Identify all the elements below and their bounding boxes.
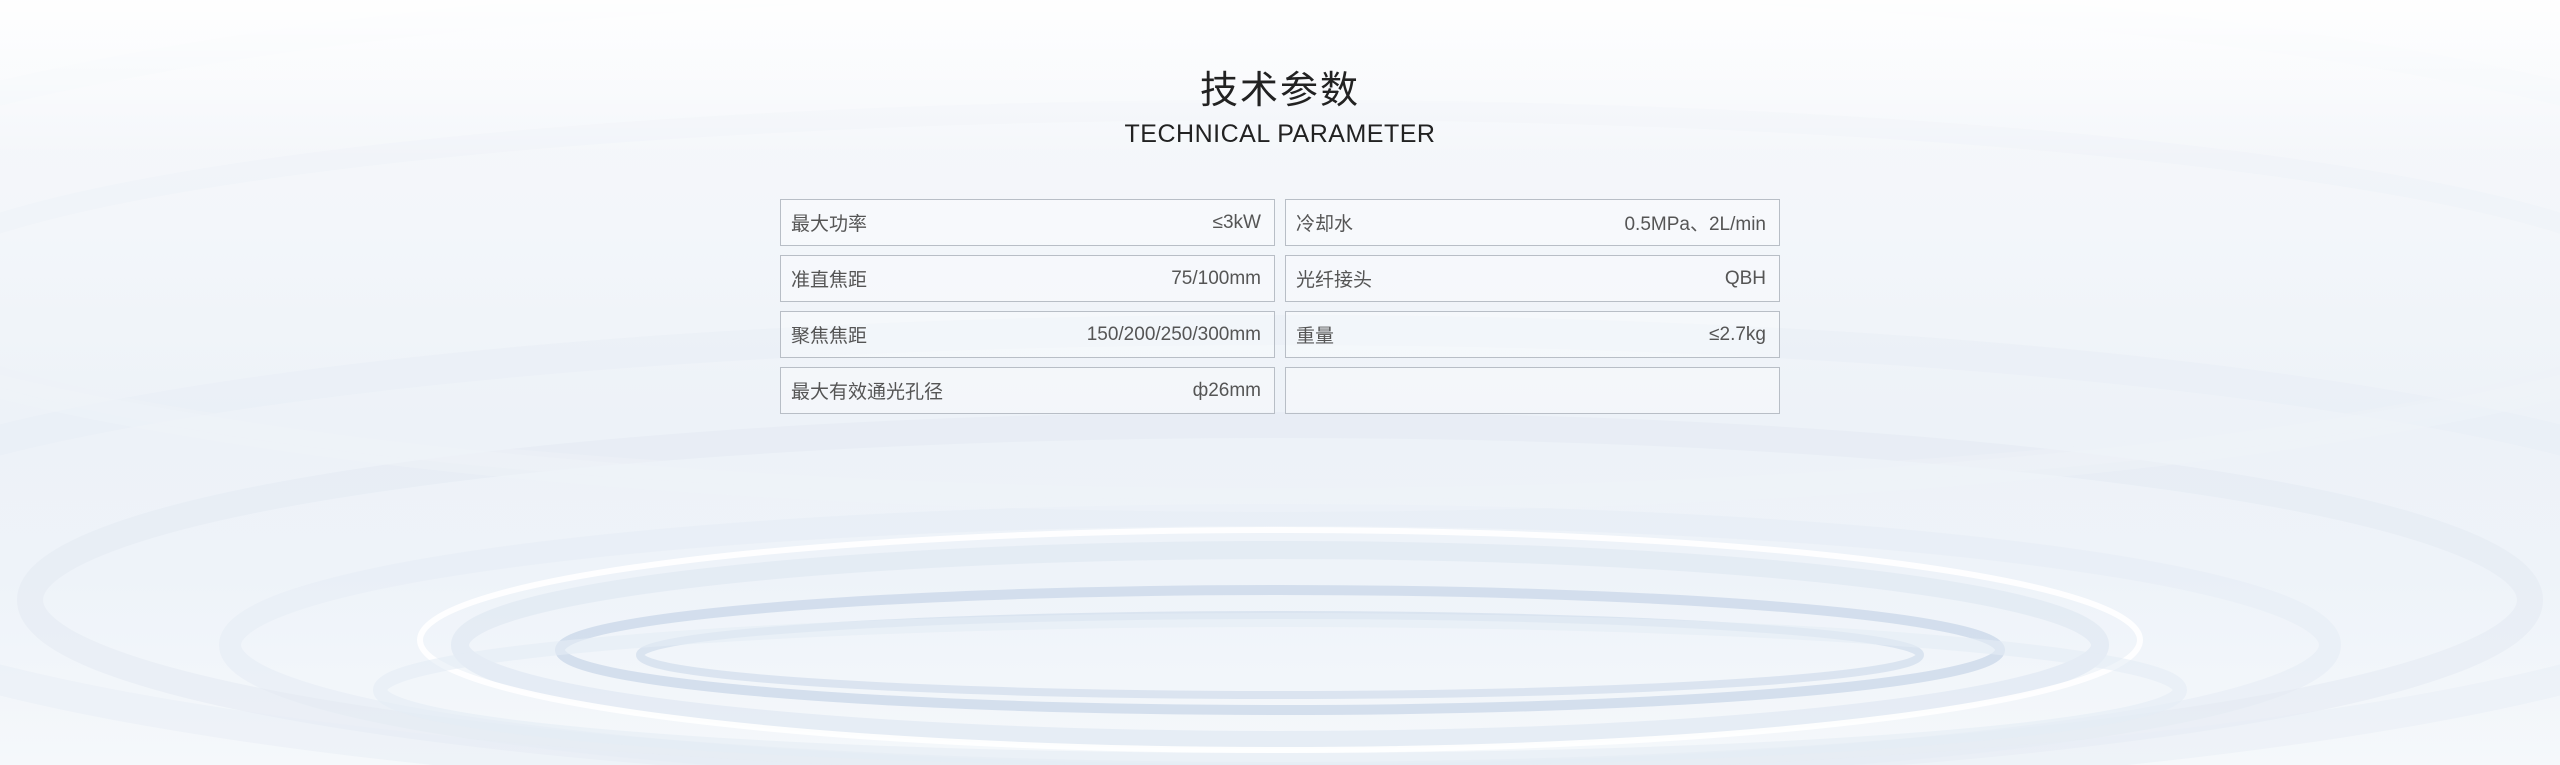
param-label: 准直焦距 [791, 269, 868, 291]
param-cell-empty [1285, 367, 1780, 414]
parameter-table: 最大功率 ≤3kW 冷却水 0.5MPa、2L/min 准直焦距 75/100m… [780, 199, 1780, 414]
param-cell-weight: 重量 ≤2.7kg [1285, 311, 1780, 358]
param-cell-max-clear-aperture: 最大有效通光孔径 ф26mm [780, 367, 1275, 414]
param-label: 最大有效通光孔径 [791, 381, 944, 403]
param-label: 聚焦焦距 [791, 325, 868, 347]
param-value: ≤2.7kg [1709, 323, 1766, 345]
param-label: 冷却水 [1296, 213, 1354, 235]
param-cell-focusing-focal-length: 聚焦焦距 150/200/250/300mm [780, 311, 1275, 358]
param-cell-collimation-focal-length: 准直焦距 75/100mm [780, 255, 1275, 302]
page-title: 技术参数 [1199, 68, 1360, 112]
param-label: 最大功率 [791, 213, 868, 235]
section-heading: 技术参数 TECHNICAL PARAMETER [0, 66, 2560, 150]
param-value: 0.5MPa、2L/min [1624, 214, 1766, 235]
param-value: 75/100mm [1171, 267, 1261, 289]
param-label: 光纤接头 [1296, 269, 1373, 291]
param-label: 重量 [1296, 325, 1335, 347]
page-subtitle: TECHNICAL PARAMETER [1124, 120, 1436, 148]
param-value: ≤3kW [1212, 211, 1261, 233]
param-cell-fiber-connector: 光纤接头 QBH [1285, 255, 1780, 302]
param-cell-max-power: 最大功率 ≤3kW [780, 199, 1275, 246]
param-value: QBH [1724, 267, 1766, 289]
param-value: 150/200/250/300mm [1086, 323, 1261, 345]
param-cell-cooling-water: 冷却水 0.5MPa、2L/min [1285, 199, 1780, 246]
param-value: ф26mm [1192, 379, 1261, 401]
